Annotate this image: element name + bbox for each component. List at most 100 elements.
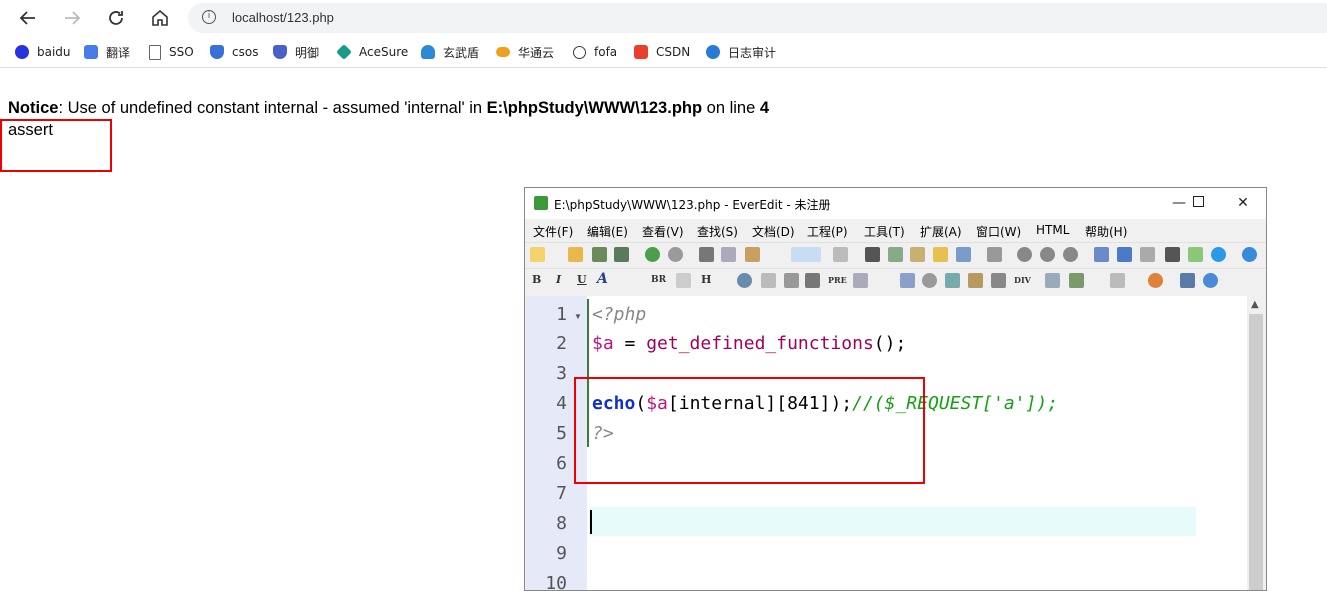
grid-icon[interactable] [1188, 247, 1203, 262]
vertical-scrollbar[interactable]: ▲ [1247, 296, 1265, 590]
paste-icon[interactable] [745, 247, 760, 262]
select-icon[interactable] [991, 273, 1006, 288]
bold-button[interactable]: B [532, 273, 541, 286]
format-icon[interactable] [833, 247, 848, 262]
spell-check-icon[interactable] [910, 247, 925, 262]
home-button[interactable] [148, 6, 172, 30]
url-text[interactable]: localhost/123.php [232, 10, 334, 25]
macro-play-icon[interactable] [1040, 247, 1055, 262]
replace-icon[interactable] [888, 247, 903, 262]
find-in-files-icon[interactable] [933, 247, 948, 262]
notice-line: 4 [759, 99, 770, 117]
bookmark-fofa[interactable]: fofa [573, 43, 617, 61]
align-icon[interactable] [784, 273, 799, 288]
back-button[interactable] [16, 6, 40, 30]
image-icon[interactable] [900, 273, 915, 288]
maximize-button[interactable] [1183, 192, 1213, 214]
underline-button[interactable]: U [577, 273, 587, 286]
line-number: 3 [556, 363, 567, 384]
coffee-icon[interactable] [922, 273, 937, 288]
pre-button[interactable]: PRE [828, 275, 847, 285]
save-all-icon[interactable] [614, 247, 629, 262]
menu-html[interactable]: HTML [1036, 223, 1069, 237]
menu-extensions[interactable]: 扩展(A) [920, 223, 962, 240]
preview-icon[interactable] [1203, 273, 1218, 288]
form-icon[interactable] [945, 273, 960, 288]
line-number: 8 [556, 513, 567, 534]
menu-document[interactable]: 文档(D) [752, 223, 795, 240]
bookmark-csos[interactable]: csos [210, 43, 258, 61]
color-picker-icon[interactable] [1148, 273, 1163, 288]
anchor-icon[interactable] [737, 273, 752, 288]
help-icon[interactable] [1242, 247, 1257, 262]
fold-arrow-icon[interactable]: ▼ [574, 312, 582, 321]
address-bar[interactable]: i localhost/123.php [188, 3, 1327, 33]
menu-edit[interactable]: 编辑(E) [587, 223, 628, 240]
forward-button[interactable] [60, 6, 84, 30]
menu-project[interactable]: 工程(P) [807, 223, 848, 240]
pilcrow-icon[interactable] [805, 273, 820, 288]
bookmark-translate[interactable]: 翻译 [84, 43, 130, 61]
italic-button[interactable]: I [556, 273, 561, 286]
font-button[interactable]: A [597, 271, 608, 287]
maximize-icon [1192, 196, 1204, 207]
page-icon [149, 44, 161, 60]
format-toolbar: B I U A BR H PRE DIV [525, 268, 1266, 293]
table-icon[interactable] [761, 273, 776, 288]
picture-icon[interactable] [1069, 273, 1084, 288]
word-wrap-icon[interactable] [791, 247, 821, 262]
input-icon[interactable] [1110, 273, 1125, 288]
bookmark-sso[interactable]: SSO [149, 43, 194, 61]
frame-icon[interactable] [968, 273, 983, 288]
scroll-up-icon[interactable]: ▲ [1251, 299, 1259, 310]
html-icon[interactable] [1180, 273, 1195, 288]
notice-label: Notice [8, 99, 59, 117]
copy-icon[interactable] [721, 247, 736, 262]
code-operator: = [613, 333, 647, 354]
new-file-icon[interactable] [530, 247, 545, 262]
br-button[interactable]: BR [651, 275, 666, 285]
menu-search[interactable]: 查找(S) [697, 223, 738, 240]
menu-help[interactable]: 帮助(H) [1085, 223, 1127, 240]
paragraph-icon[interactable] [676, 273, 691, 288]
sidebar-icon[interactable] [1140, 247, 1155, 262]
undo-icon[interactable] [645, 247, 660, 262]
bookmark-acesure[interactable]: AceSure [336, 43, 408, 61]
cloud-icon [496, 47, 510, 57]
bookmark-csdn[interactable]: CSDN [634, 43, 690, 61]
list-icon[interactable] [1094, 247, 1109, 262]
scroll-thumb[interactable] [1249, 314, 1263, 590]
acesure-icon [336, 44, 352, 60]
bookmark-huatongyun[interactable]: 华通云 [496, 43, 554, 61]
menu-file[interactable]: 文件(F) [533, 223, 573, 240]
bookmark-baidu[interactable]: baidu [15, 43, 71, 61]
browser-preview-icon[interactable] [1211, 247, 1226, 262]
save-icon[interactable] [592, 247, 607, 262]
cut-icon[interactable] [699, 247, 714, 262]
reload-icon [109, 11, 123, 25]
bookmark-xuanwu[interactable]: 玄武盾 [421, 43, 479, 61]
macro-repeat-icon[interactable] [1063, 247, 1078, 262]
console-icon[interactable] [1165, 247, 1180, 262]
layout-icon[interactable] [1045, 273, 1060, 288]
find-icon[interactable] [865, 247, 880, 262]
menu-window[interactable]: 窗口(W) [976, 223, 1021, 240]
heading-button[interactable]: H [701, 273, 711, 286]
macro-record-icon[interactable] [1017, 247, 1032, 262]
redo-icon[interactable] [668, 247, 683, 262]
open-folder-icon[interactable] [568, 247, 583, 262]
panel-icon[interactable] [1117, 247, 1132, 262]
menu-tools[interactable]: 工具(T) [864, 223, 905, 240]
div-button[interactable]: DIV [1014, 275, 1031, 285]
bookmark-label: csos [232, 45, 259, 59]
info-icon[interactable]: i [202, 10, 216, 24]
bookmark-audit[interactable]: 日志审计 [706, 43, 776, 61]
audit-icon [706, 45, 720, 59]
list-format-icon[interactable] [853, 273, 868, 288]
reload-button[interactable] [104, 6, 128, 30]
close-button[interactable]: ✕ [1228, 192, 1258, 214]
bookmark-mingyu[interactable]: 明御 [273, 43, 319, 61]
compare-icon[interactable] [987, 247, 1002, 262]
menu-view[interactable]: 查看(V) [642, 223, 684, 240]
text-icon[interactable] [956, 247, 971, 262]
